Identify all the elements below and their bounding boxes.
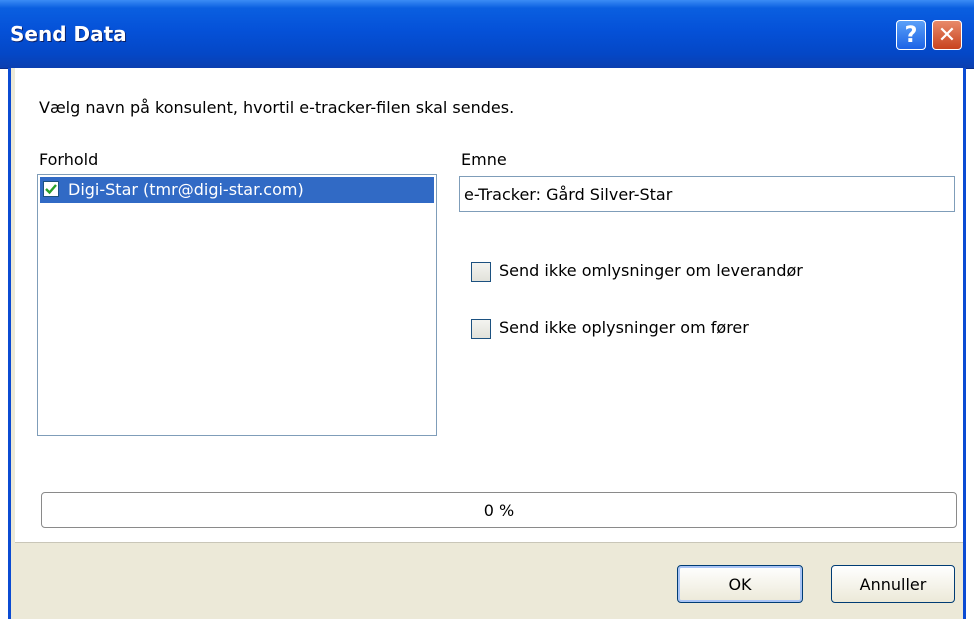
list-item[interactable]: Digi-Star (tmr@digi-star.com) [40,177,434,203]
emne-input[interactable] [459,176,955,212]
list-item-label: Digi-Star (tmr@digi-star.com) [68,180,304,199]
instruction-text: Vælg navn på konsulent, hvortil e-tracke… [39,98,515,117]
title-bar: Send Data ? ✕ [0,0,974,69]
content-panel: Vælg navn på konsulent, hvortil e-tracke… [15,68,963,543]
option-label-leverandor: Send ikke omlysninger om leverandør [499,261,803,280]
list-item-checkbox[interactable] [43,181,59,197]
option-checkbox-forer[interactable] [471,319,491,339]
help-button[interactable]: ? [896,20,926,50]
progress-bar: 0 % [41,492,957,528]
ok-button[interactable]: OK [677,565,803,603]
close-button[interactable]: ✕ [932,20,962,50]
checkmark-icon [45,184,57,195]
option-checkbox-leverandor[interactable] [471,262,491,282]
emne-label: Emne [461,150,507,169]
forhold-listbox[interactable]: Digi-Star (tmr@digi-star.com) [37,174,437,436]
close-icon: ✕ [937,22,957,48]
forhold-label: Forhold [39,150,99,169]
cancel-button[interactable]: Annuller [831,565,955,603]
progress-text: 0 % [483,501,515,520]
dialog-body: Vælg navn på konsulent, hvortil e-tracke… [8,68,966,619]
help-icon: ? [904,22,918,48]
option-label-forer: Send ikke oplysninger om fører [499,318,749,337]
window-title: Send Data [10,22,127,46]
